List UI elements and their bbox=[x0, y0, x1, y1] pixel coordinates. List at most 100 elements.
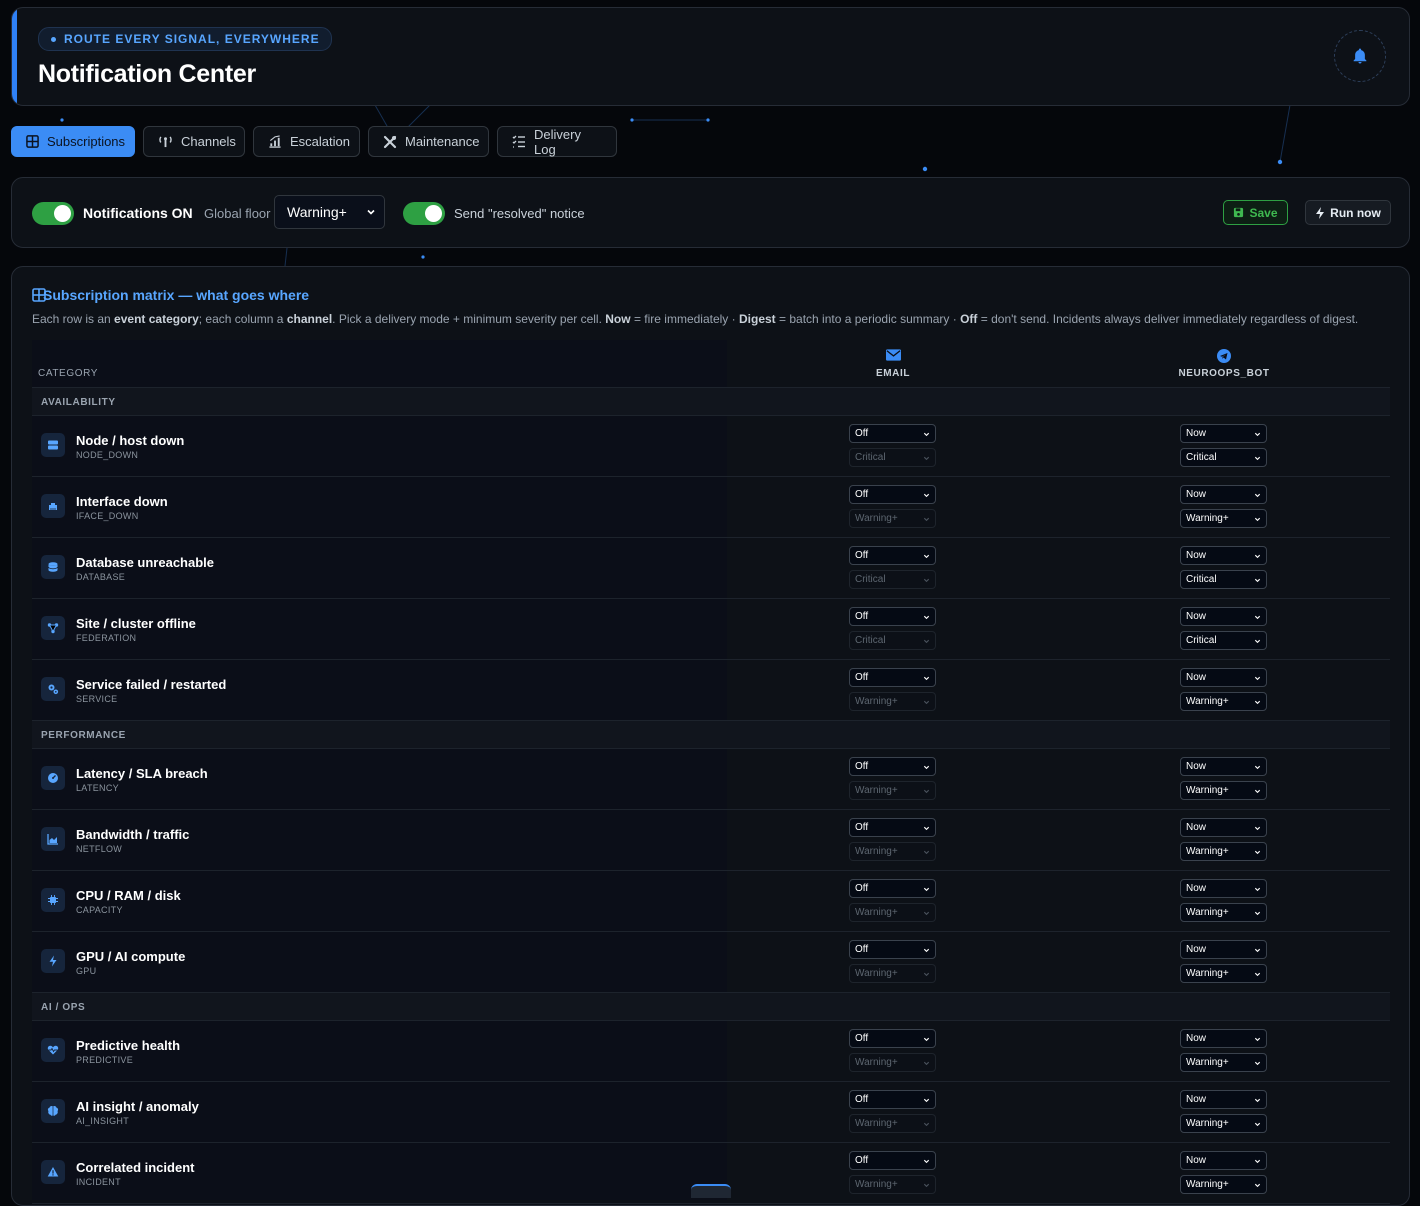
category-code: SERVICE bbox=[76, 694, 118, 704]
gears-icon bbox=[48, 684, 59, 695]
category-icon bbox=[41, 1160, 65, 1184]
scroll-to-top-handle[interactable] bbox=[691, 1184, 731, 1198]
tab-escalation[interactable]: Escalation bbox=[253, 126, 360, 157]
bot-mode-select[interactable]: Now bbox=[1180, 940, 1267, 959]
email-severity-select[interactable]: Warning+ bbox=[849, 692, 936, 711]
table-row: Bandwidth / traffic NETFLOW Off Warning+ Now… bbox=[32, 810, 1390, 871]
email-severity-select[interactable]: Warning+ bbox=[849, 1114, 936, 1133]
group-row-1: PERFORMANCE bbox=[32, 721, 1390, 749]
table-row: Node / host down NODE_DOWN Off Critical Now C… bbox=[32, 416, 1390, 477]
email-severity-select[interactable]: Warning+ bbox=[849, 1175, 936, 1194]
tools-icon bbox=[383, 135, 397, 148]
global-controls: Notifications ON Global floor Warning+ S… bbox=[11, 177, 1410, 248]
header-accent-bar bbox=[12, 8, 17, 105]
table-row: Service failed / restarted SERVICE Off Warn… bbox=[32, 660, 1390, 721]
telegram-icon bbox=[1217, 349, 1231, 363]
global-floor-select[interactable]: Warning+ bbox=[274, 195, 385, 229]
bot-mode-select[interactable]: Now bbox=[1180, 546, 1267, 565]
bot-severity-select[interactable]: Critical bbox=[1180, 448, 1267, 467]
bot-severity-select[interactable]: Warning+ bbox=[1180, 1175, 1267, 1194]
matrix-description: Each row is an event category; each colu… bbox=[32, 312, 1359, 326]
tab-channels[interactable]: Channels bbox=[143, 126, 245, 157]
bot-mode-select[interactable]: Now bbox=[1180, 1151, 1267, 1170]
bot-mode-select[interactable]: Now bbox=[1180, 424, 1267, 443]
bot-mode-select[interactable]: Now bbox=[1180, 1029, 1267, 1048]
category-icon bbox=[41, 888, 65, 912]
network-icon bbox=[47, 623, 59, 634]
bot-severity-select[interactable]: Warning+ bbox=[1180, 842, 1267, 861]
brain-icon bbox=[47, 1106, 59, 1116]
email-mode-select[interactable]: Off bbox=[849, 757, 936, 776]
warning-triangle-icon bbox=[47, 1167, 59, 1177]
tab-subscriptions-label: Subscriptions bbox=[47, 134, 126, 149]
email-mode-select[interactable]: Off bbox=[849, 607, 936, 626]
bot-mode-select[interactable]: Now bbox=[1180, 757, 1267, 776]
bot-severity-select[interactable]: Warning+ bbox=[1180, 1114, 1267, 1133]
resolved-toggle[interactable] bbox=[403, 202, 445, 225]
bot-severity-select[interactable]: Warning+ bbox=[1180, 1053, 1267, 1072]
bot-severity-select[interactable]: Critical bbox=[1180, 631, 1267, 650]
ethernet-icon bbox=[49, 503, 57, 510]
list-check-icon bbox=[512, 135, 525, 148]
bot-severity-select[interactable]: Warning+ bbox=[1180, 781, 1267, 800]
channel-name-email: EMAIL bbox=[875, 368, 911, 379]
bot-severity-select[interactable]: Warning+ bbox=[1180, 509, 1267, 528]
email-severity-select[interactable]: Warning+ bbox=[849, 903, 936, 922]
bell-button[interactable] bbox=[1334, 30, 1386, 82]
grid-icon bbox=[26, 135, 39, 148]
email-severity-select[interactable]: Critical bbox=[849, 631, 936, 650]
tab-maintenance[interactable]: Maintenance bbox=[368, 126, 489, 157]
category-name: Correlated incident bbox=[76, 1160, 195, 1175]
bot-mode-select[interactable]: Now bbox=[1180, 668, 1267, 687]
table-row: CPU / RAM / disk CAPACITY Off Warning+ Now Wa… bbox=[32, 871, 1390, 932]
email-severity-select[interactable]: Critical bbox=[849, 570, 936, 589]
group-label: AI / OPS bbox=[41, 1002, 86, 1013]
email-severity-select[interactable]: Warning+ bbox=[849, 1053, 936, 1072]
category-icon bbox=[41, 827, 65, 851]
email-mode-select[interactable]: Off bbox=[849, 1151, 936, 1170]
bot-mode-select[interactable]: Now bbox=[1180, 818, 1267, 837]
email-severity-select[interactable]: Critical bbox=[849, 448, 936, 467]
server-icon bbox=[48, 440, 58, 450]
email-mode-select[interactable]: Off bbox=[849, 879, 936, 898]
tab-subscriptions[interactable]: Subscriptions bbox=[11, 126, 135, 157]
category-icon bbox=[41, 494, 65, 518]
database-icon bbox=[48, 562, 58, 572]
run-now-button[interactable]: Run now bbox=[1305, 200, 1391, 225]
notifications-toggle[interactable] bbox=[32, 202, 74, 225]
email-severity-select[interactable]: Warning+ bbox=[849, 509, 936, 528]
table-row: Predictive health PREDICTIVE Off Warning+ No… bbox=[32, 1021, 1390, 1082]
channel-name-bot: NEUROOPS_BOT bbox=[1178, 368, 1270, 379]
matrix-title: Subscription matrix — what goes where bbox=[43, 287, 310, 303]
group-row-2: AI / OPS bbox=[32, 993, 1390, 1021]
bot-mode-select[interactable]: Now bbox=[1180, 1090, 1267, 1109]
bot-severity-select[interactable]: Warning+ bbox=[1180, 964, 1267, 983]
category-name: AI insight / anomaly bbox=[76, 1099, 199, 1114]
email-mode-select[interactable]: Off bbox=[849, 485, 936, 504]
email-mode-select[interactable]: Off bbox=[849, 1090, 936, 1109]
email-mode-select[interactable]: Off bbox=[849, 1029, 936, 1048]
category-code: FEDERATION bbox=[76, 633, 137, 643]
microchip-icon bbox=[48, 895, 58, 905]
table-row: Latency / SLA breach LATENCY Off Warning+ No… bbox=[32, 749, 1390, 810]
email-mode-select[interactable]: Off bbox=[849, 668, 936, 687]
bot-mode-select[interactable]: Now bbox=[1180, 485, 1267, 504]
email-mode-select[interactable]: Off bbox=[849, 424, 936, 443]
category-icon bbox=[41, 1038, 65, 1062]
email-mode-select[interactable]: Off bbox=[849, 818, 936, 837]
tab-delivery-log-label: Delivery Log bbox=[534, 126, 581, 157]
bot-mode-select[interactable]: Now bbox=[1180, 879, 1267, 898]
save-button[interactable]: Save bbox=[1223, 200, 1288, 225]
email-mode-select[interactable]: Off bbox=[849, 940, 936, 959]
bot-severity-select[interactable]: Critical bbox=[1180, 570, 1267, 589]
email-severity-select[interactable]: Warning+ bbox=[849, 842, 936, 861]
tab-delivery-log[interactable]: Delivery Log bbox=[497, 126, 617, 157]
table-row: Database unreachable DATABASE Off Critical N… bbox=[32, 538, 1390, 599]
bot-severity-select[interactable]: Warning+ bbox=[1180, 692, 1267, 711]
bot-severity-select[interactable]: Warning+ bbox=[1180, 903, 1267, 922]
email-severity-select[interactable]: Warning+ bbox=[849, 964, 936, 983]
email-mode-select[interactable]: Off bbox=[849, 546, 936, 565]
bot-mode-select[interactable]: Now bbox=[1180, 607, 1267, 626]
global-floor-value: Warning+ bbox=[287, 204, 347, 220]
email-severity-select[interactable]: Warning+ bbox=[849, 781, 936, 800]
